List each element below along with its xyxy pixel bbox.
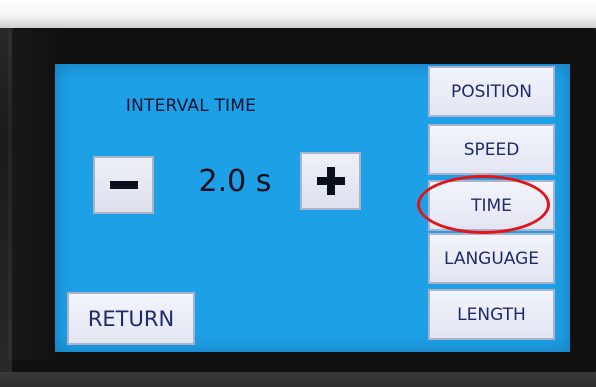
menu-time-button[interactable]: TIME bbox=[428, 180, 555, 231]
menu-language-button[interactable]: LANGUAGE bbox=[428, 233, 555, 284]
decrease-interval-button[interactable] bbox=[93, 156, 154, 214]
return-button[interactable]: RETURN bbox=[67, 292, 195, 345]
device-frame: INTERVAL TIME 2.0 s POSITION SPEED TIME … bbox=[0, 0, 596, 387]
menu-speed-button[interactable]: SPEED bbox=[428, 124, 555, 175]
interval-value: 2.0 s bbox=[198, 164, 272, 199]
minus-icon bbox=[109, 181, 138, 189]
screen-title: INTERVAL TIME bbox=[125, 96, 257, 116]
menu-length-button[interactable]: LENGTH bbox=[428, 289, 555, 340]
device-top-edge bbox=[0, 0, 596, 28]
plus-icon bbox=[316, 167, 345, 195]
increase-interval-button[interactable] bbox=[300, 152, 361, 210]
menu-position-button[interactable]: POSITION bbox=[428, 66, 555, 117]
device-bottom-edge bbox=[0, 372, 596, 387]
